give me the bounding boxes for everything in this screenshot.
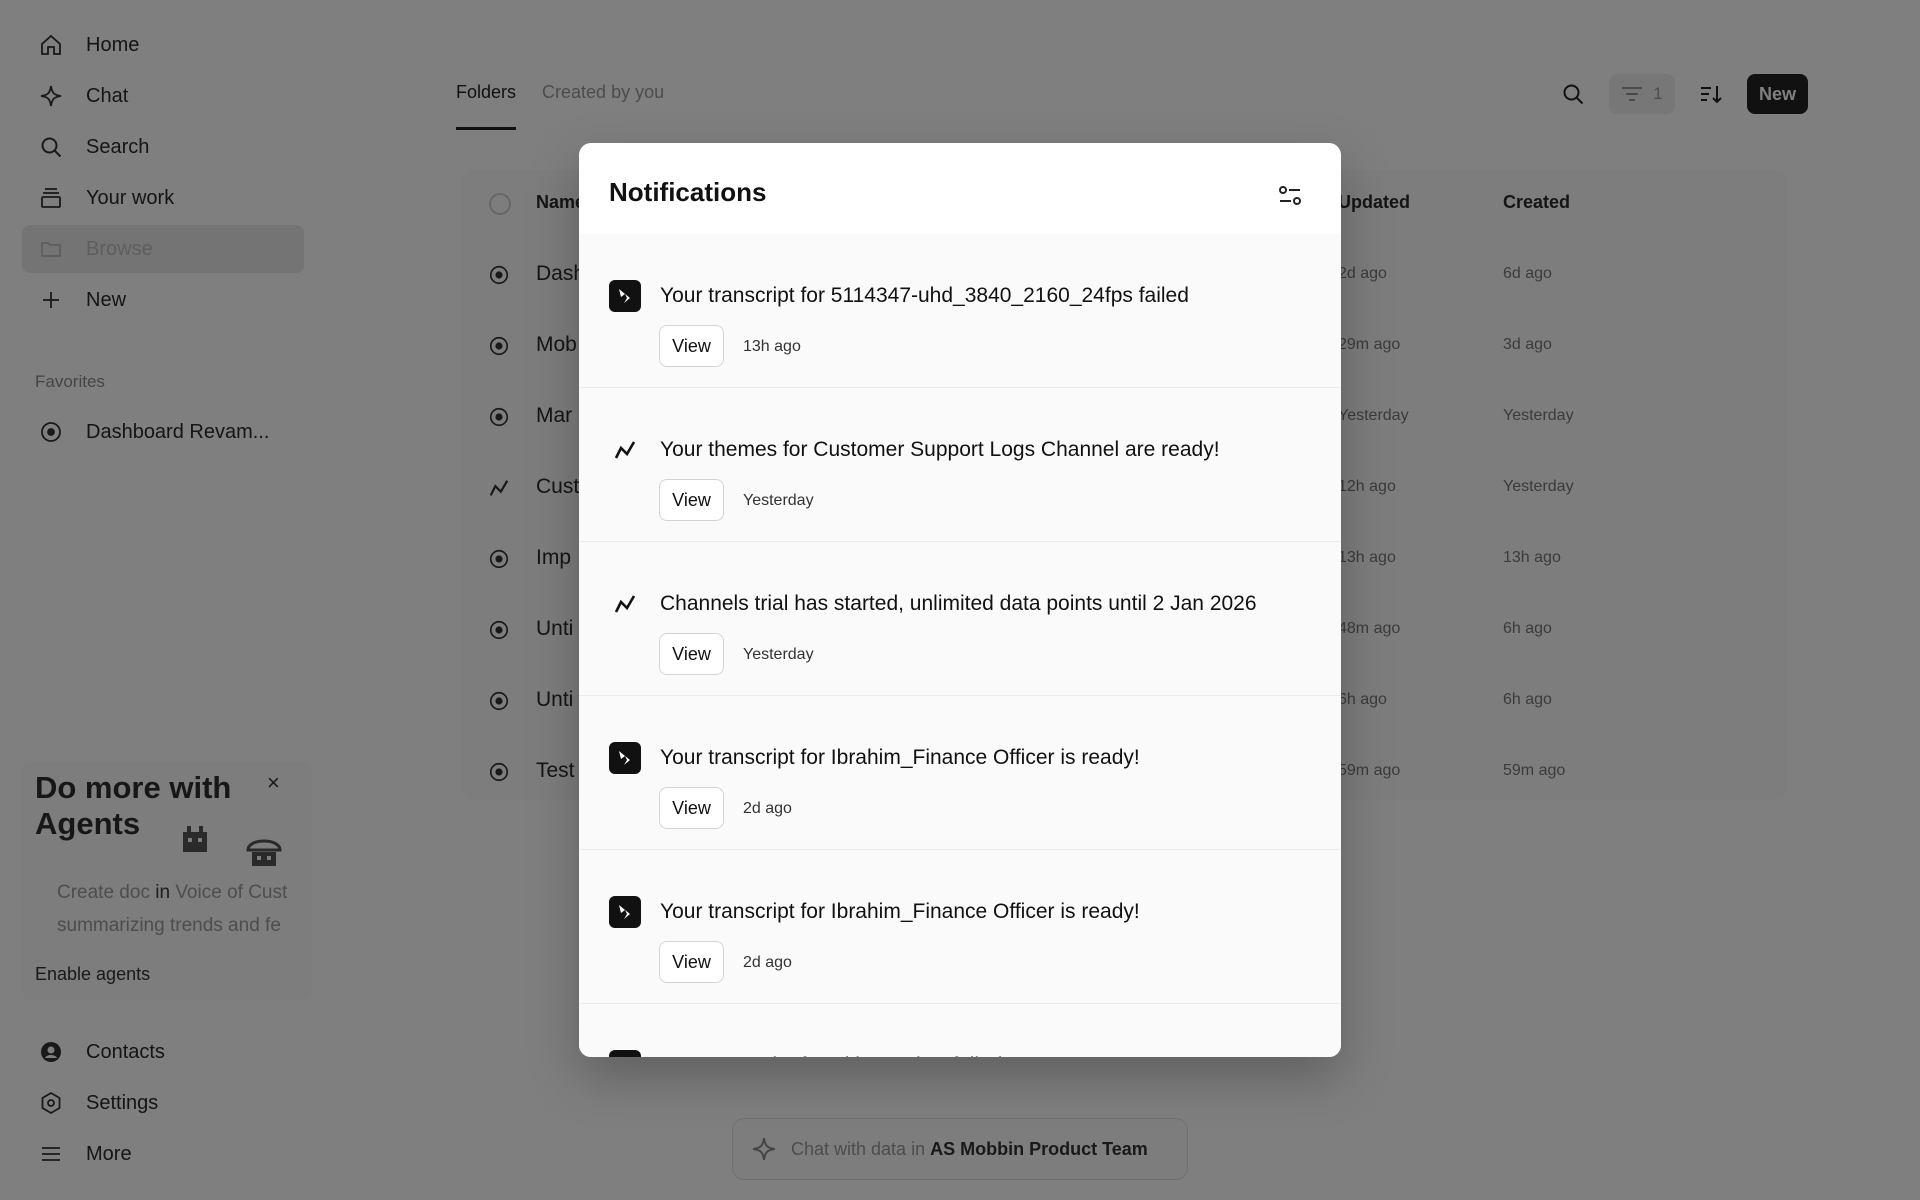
notification-text: Your transcript for Ibrahim_Finance Offi… xyxy=(660,746,1140,769)
notification-time: 2d ago xyxy=(743,954,792,971)
view-button[interactable]: View xyxy=(659,787,724,829)
transcript-icon xyxy=(609,280,641,312)
notification-text: Channels trial has started, unlimited da… xyxy=(660,592,1257,615)
notification-item: Your themes for Customer Support Logs Ch… xyxy=(579,388,1341,542)
notification-settings-button[interactable] xyxy=(1275,181,1305,211)
notification-time: 13h ago xyxy=(743,338,801,355)
notification-item: Channels trial has started, unlimited da… xyxy=(579,542,1341,696)
view-button[interactable]: View xyxy=(659,325,724,367)
notification-text: Your transcript for 5114347-uhd_3840_216… xyxy=(660,284,1189,307)
transcript-icon xyxy=(609,742,641,774)
notification-item: Your transcript for Ibrahim_Finance Offi… xyxy=(579,696,1341,850)
modal-title: Notifications xyxy=(609,177,767,207)
sliders-icon xyxy=(1279,186,1301,205)
view-button[interactable]: View xyxy=(659,941,724,983)
notifications-modal: Notifications Your transcript for 511434… xyxy=(579,143,1341,1057)
notification-text: Your transcript for Ibrahim_Finance Offi… xyxy=(660,900,1140,923)
view-button[interactable]: View xyxy=(659,633,724,675)
notification-time: Yesterday xyxy=(743,646,814,663)
channel-icon xyxy=(609,434,641,466)
transcript-icon xyxy=(609,896,641,928)
notification-item: Your transcript for Siti_Teacher failedV… xyxy=(579,1004,1341,1057)
notification-text: Your transcript for Siti_Teacher failed xyxy=(660,1054,1002,1057)
view-button[interactable]: View xyxy=(659,479,724,521)
channel-icon xyxy=(609,588,641,620)
notification-time: 2d ago xyxy=(743,800,792,817)
notification-item: Your transcript for 5114347-uhd_3840_216… xyxy=(579,234,1341,388)
notification-item: Your transcript for Ibrahim_Finance Offi… xyxy=(579,850,1341,1004)
notification-time: Yesterday xyxy=(743,492,814,509)
transcript-icon xyxy=(609,1050,641,1057)
notification-text: Your themes for Customer Support Logs Ch… xyxy=(660,438,1220,461)
